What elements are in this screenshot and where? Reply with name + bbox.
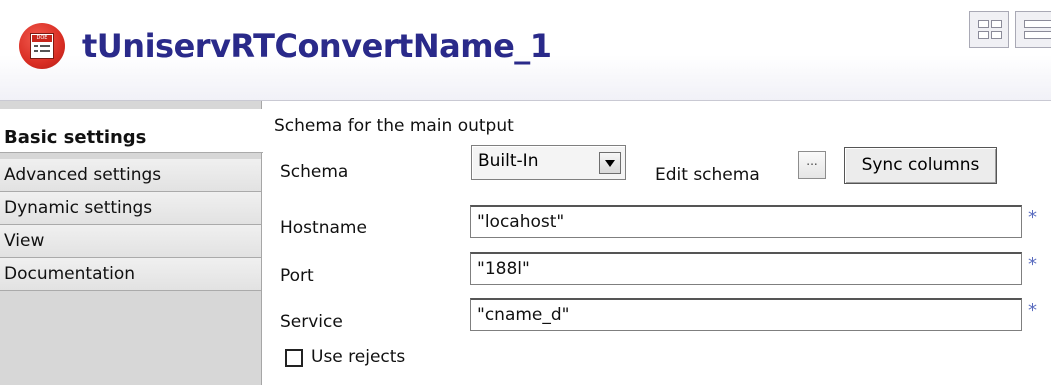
component-header: DOE tUniservRTConvertName_1 — [0, 0, 1051, 101]
service-label: Service — [280, 312, 343, 332]
doc-icon-sheet: DOE — [30, 33, 54, 59]
section-title: Schema for the main output — [274, 116, 514, 136]
use-rejects-label: Use rejects — [311, 347, 406, 367]
component-title: tUniservRTConvertName_1 — [82, 27, 552, 65]
tab-dynamic-settings[interactable]: Dynamic settings — [0, 192, 261, 225]
hostname-required-marker: * — [1028, 207, 1037, 228]
hostname-field[interactable]: "locahost" — [470, 205, 1022, 238]
tab-documentation[interactable]: Documentation — [0, 258, 261, 291]
sync-columns-button[interactable]: Sync columns — [844, 147, 997, 184]
service-required-marker: * — [1028, 300, 1037, 321]
component-doc-icon: DOE — [19, 23, 65, 69]
use-rejects-checkbox[interactable] — [285, 349, 303, 367]
rows-layout-icon[interactable] — [1015, 11, 1051, 48]
hostname-label: Hostname — [280, 218, 367, 238]
icon-line — [34, 50, 38, 52]
icon-line — [40, 45, 50, 47]
tab-view[interactable]: View — [0, 225, 261, 258]
tab-advanced-settings[interactable]: Advanced settings — [0, 159, 261, 192]
port-field[interactable]: "188l" — [470, 252, 1022, 285]
basic-settings-panel: Schema for the main output Schema Built-… — [263, 101, 1051, 385]
icon-line — [34, 45, 38, 47]
chevron-down-icon[interactable] — [599, 152, 621, 174]
schema-label: Schema — [280, 162, 349, 182]
icon-line — [40, 50, 50, 52]
edit-schema-button[interactable]: ... — [798, 151, 826, 179]
schema-select-value: Built-In — [478, 151, 539, 171]
port-label: Port — [280, 266, 314, 286]
edit-schema-label: Edit schema — [655, 165, 760, 185]
schema-select[interactable]: Built-In — [471, 145, 626, 180]
settings-tab-list: Basic settings Advanced settings Dynamic… — [0, 101, 263, 385]
grid-layout-icon[interactable] — [969, 11, 1009, 48]
icon-tag-text: DOE — [32, 35, 52, 42]
tab-basic-settings[interactable]: Basic settings — [0, 109, 263, 153]
service-field[interactable]: "cname_d" — [470, 298, 1022, 331]
port-required-marker: * — [1028, 254, 1037, 275]
